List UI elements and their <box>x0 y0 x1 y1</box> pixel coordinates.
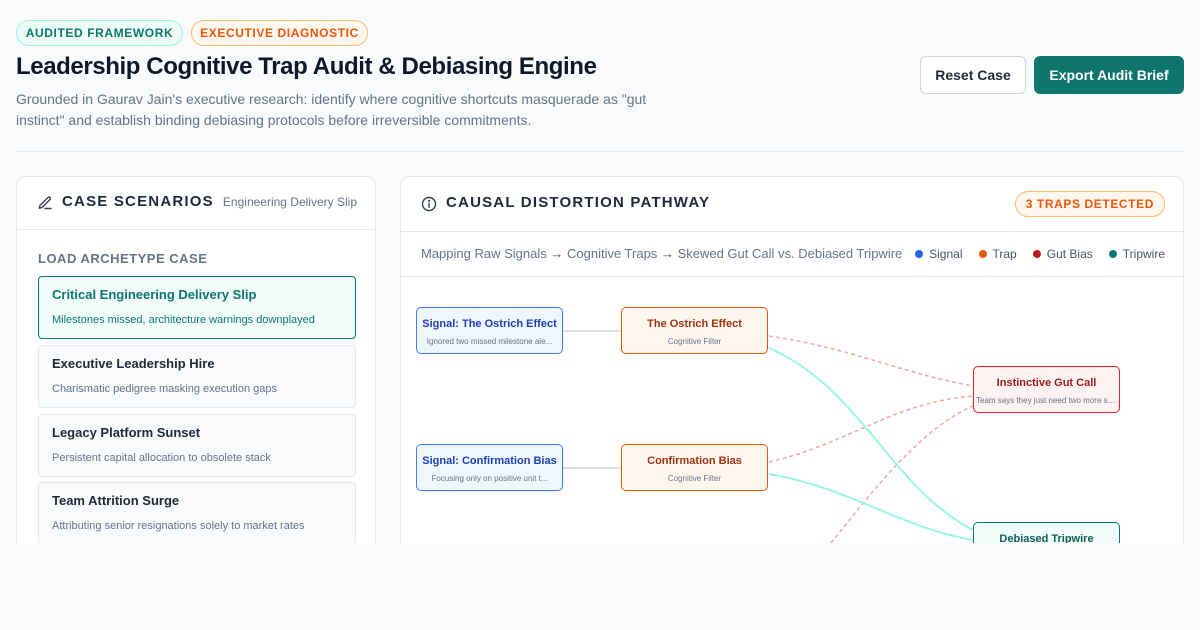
edge-trap1-tripwire <box>768 347 974 531</box>
case-card-engineering-delivery-slip[interactable]: Critical Engineering Delivery Slip Miles… <box>38 276 356 339</box>
executive-diagnostic-badge: EXECUTIVE DIAGNOSTIC <box>191 20 368 46</box>
causal-pathway-panel: CAUSAL DISTORTION PATHWAY 3 TRAPS DETECT… <box>400 176 1184 576</box>
trap-dot-icon <box>978 250 987 258</box>
case-scenarios-panel: CASE SCENARIOS Engineering Delivery Slip… <box>16 176 376 576</box>
node-subtitle: Focusing only on positive unit t... <box>431 474 548 483</box>
arrow-icon: → <box>550 246 564 261</box>
case-title: Team Attrition Surge <box>52 493 180 508</box>
pathway-step: Mapping Raw Signals <box>421 246 547 261</box>
node-subtitle: Cognitive Filter <box>667 337 722 346</box>
edge-trap2-gut <box>768 395 974 463</box>
current-case-label: Engineering Delivery Slip <box>222 195 357 209</box>
page-subtitle: Grounded in Gaurav Jain's executive rese… <box>16 91 647 128</box>
case-card-executive-leadership-hire[interactable]: Executive Leadership Hire Charismatic pe… <box>38 345 356 408</box>
causal-pathway-header: CAUSAL DISTORTION PATHWAY 3 TRAPS DETECT… <box>401 177 1183 232</box>
node-trap-ostrich-effect[interactable]: The Ostrich Effect Cognitive Filter <box>621 307 768 354</box>
legend-label: Trap <box>992 247 1017 261</box>
case-desc: Milestones missed, architecture warnings… <box>52 314 315 326</box>
traps-detected-badge: 3 TRAPS DETECTED <box>1014 191 1165 217</box>
case-scenarios-title: CASE SCENARIOS <box>62 193 214 210</box>
case-title: Critical Engineering Delivery Slip <box>52 287 257 302</box>
node-signal-ostrich-effect[interactable]: Signal: The Ostrich Effect Ignored two m… <box>416 307 563 354</box>
case-scenarios-header: CASE SCENARIOS Engineering Delivery Slip <box>17 177 375 230</box>
case-desc: Persistent capital allocation to obsolet… <box>52 452 271 464</box>
pathway-steps: Mapping Raw Signals → Cognitive Traps → … <box>421 246 902 261</box>
edge-trap1-gut <box>768 335 974 387</box>
edge-trap2-tripwire <box>768 473 974 541</box>
legend: Signal Trap Gut Bias Tripwire <box>915 247 1165 261</box>
arrow-icon: → <box>660 246 674 261</box>
legend-item-gut-bias: Gut Bias <box>1032 247 1093 261</box>
bottom-fade <box>0 543 1200 630</box>
node-trap-confirmation-bias[interactable]: Confirmation Bias Cognitive Filter <box>621 444 768 491</box>
gut-bias-dot-icon <box>1032 250 1041 258</box>
case-title: Executive Leadership Hire <box>52 356 215 371</box>
case-desc: Attributing senior resignations solely t… <box>52 520 305 532</box>
signal-dot-icon <box>915 250 924 258</box>
pathway-subheader: Mapping Raw Signals → Cognitive Traps → … <box>401 232 1183 277</box>
pathway-step: Cognitive Traps <box>566 246 658 261</box>
legend-label: Gut Bias <box>1046 247 1093 261</box>
audited-framework-badge: AUDITED FRAMEWORK <box>16 20 183 46</box>
case-card-legacy-platform-sunset[interactable]: Legacy Platform Sunset Persistent capita… <box>38 414 356 477</box>
info-icon <box>421 196 437 212</box>
case-title: Legacy Platform Sunset <box>52 425 201 440</box>
node-title: Confirmation Bias <box>647 455 742 467</box>
node-title: Signal: Confirmation Bias <box>422 455 557 467</box>
header-divider <box>16 151 1184 152</box>
page-title: Leadership Cognitive Trap Audit & Debias… <box>16 53 597 80</box>
node-title: Instinctive Gut Call <box>996 377 1097 389</box>
edge-trap3-gut <box>830 405 974 544</box>
legend-item-tripwire: Tripwire <box>1108 247 1165 261</box>
causal-pathway-title: CAUSAL DISTORTION PATHWAY <box>446 194 711 211</box>
load-archetype-label: LOAD ARCHETYPE CASE <box>38 251 208 266</box>
node-title: Signal: The Ostrich Effect <box>422 318 557 330</box>
node-instinctive-gut-call[interactable]: Instinctive Gut Call Team says they just… <box>973 366 1120 413</box>
case-desc: Charismatic pedigree masking execution g… <box>52 383 278 395</box>
node-subtitle: Ignored two missed milestone ale... <box>426 337 553 346</box>
pathway-graph-canvas: Signal: The Ostrich Effect Ignored two m… <box>401 278 1183 575</box>
pathway-step: Skewed Gut Call vs. Debiased Tripwire <box>677 246 903 261</box>
export-audit-brief-button[interactable]: Export Audit Brief <box>1034 56 1184 94</box>
reset-case-button[interactable]: Reset Case <box>920 56 1026 94</box>
tripwire-dot-icon <box>1108 250 1117 258</box>
node-subtitle: Team says they just need two more spri..… <box>976 396 1117 405</box>
pencil-icon <box>38 196 52 210</box>
legend-item-signal: Signal <box>915 247 963 261</box>
node-signal-confirmation-bias[interactable]: Signal: Confirmation Bias Focusing only … <box>416 444 563 491</box>
case-card-team-attrition-surge[interactable]: Team Attrition Surge Attributing senior … <box>38 482 356 545</box>
node-subtitle: Cognitive Filter <box>667 474 722 483</box>
node-title: The Ostrich Effect <box>647 318 742 330</box>
legend-label: Signal <box>929 247 963 261</box>
legend-label: Tripwire <box>1122 247 1165 261</box>
legend-item-trap: Trap <box>978 247 1017 261</box>
